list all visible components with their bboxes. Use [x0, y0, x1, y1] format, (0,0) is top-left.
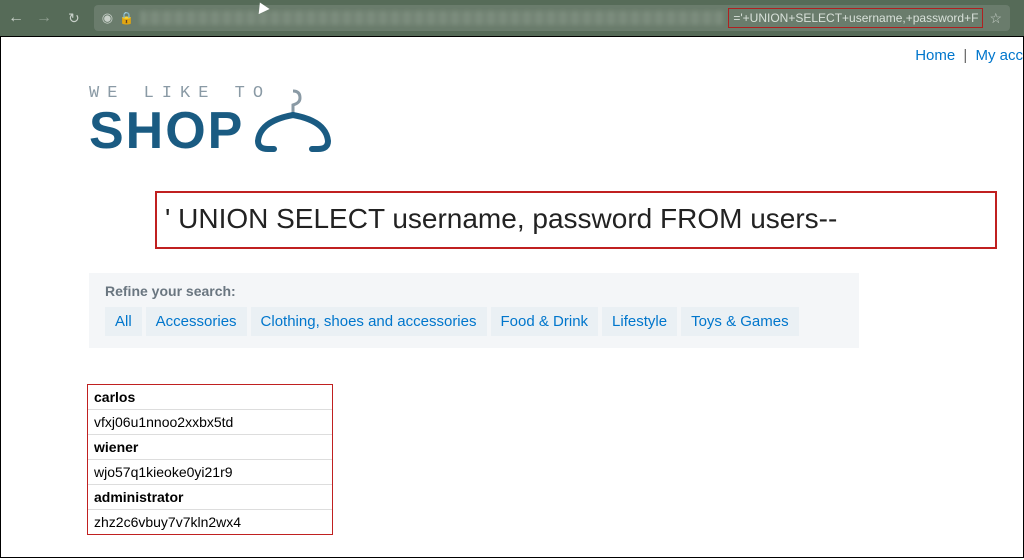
page-viewport: Home | My acc WE LIKE TO SHOP ' UNION SE… — [0, 36, 1024, 558]
lock-icon: 🔒 — [119, 11, 134, 25]
filter-accessories[interactable]: Accessories — [146, 307, 247, 336]
back-button[interactable]: ← — [8, 9, 24, 27]
bookmark-star-icon[interactable]: ☆ — [989, 10, 1002, 27]
forward-button[interactable]: → — [36, 9, 52, 27]
refine-label: Refine your search: — [105, 283, 843, 299]
table-row: administrator — [88, 485, 332, 510]
shield-icon: ◉ — [102, 10, 113, 26]
site-logo: WE LIKE TO SHOP — [89, 84, 1023, 161]
table-row: zhz2c6vbuy7v7kln2wx4 — [88, 510, 332, 534]
table-row: wjo57q1kieoke0yi21r9 — [88, 460, 332, 485]
my-account-link[interactable]: My acc — [975, 47, 1023, 64]
refine-search-box: Refine your search: All Accessories Clot… — [89, 273, 859, 348]
nav-buttons: ← → ↻ — [8, 9, 80, 27]
top-nav: Home | My acc — [1, 37, 1023, 64]
filter-food-drink[interactable]: Food & Drink — [491, 307, 599, 336]
logo-main-text: SHOP — [89, 101, 244, 161]
filter-list: All Accessories Clothing, shoes and acce… — [105, 307, 843, 336]
sql-injection-banner: ' UNION SELECT username, password FROM u… — [155, 191, 997, 249]
url-visible-text: ='+UNION+SELECT+username,+password+F — [728, 8, 983, 28]
refresh-button[interactable]: ↻ — [68, 10, 80, 27]
hanger-icon — [248, 83, 338, 155]
nav-separator: | — [963, 47, 967, 64]
table-row: wiener — [88, 435, 332, 460]
leaked-credentials-table: carlos vfxj06u1nnoo2xxbx5td wiener wjo57… — [87, 384, 333, 535]
table-row: carlos — [88, 385, 332, 410]
filter-all[interactable]: All — [105, 307, 142, 336]
table-row: vfxj06u1nnoo2xxbx5td — [88, 410, 332, 435]
url-bar[interactable]: ◉ 🔒 ='+UNION+SELECT+username,+password+F… — [94, 5, 1010, 31]
filter-clothing[interactable]: Clothing, shoes and accessories — [251, 307, 487, 336]
filter-lifestyle[interactable]: Lifestyle — [602, 307, 677, 336]
url-blurred-portion — [140, 11, 724, 25]
filter-toys-games[interactable]: Toys & Games — [681, 307, 799, 336]
browser-toolbar: ← → ↻ ◉ 🔒 ='+UNION+SELECT+username,+pass… — [0, 0, 1024, 36]
home-link[interactable]: Home — [915, 47, 955, 64]
